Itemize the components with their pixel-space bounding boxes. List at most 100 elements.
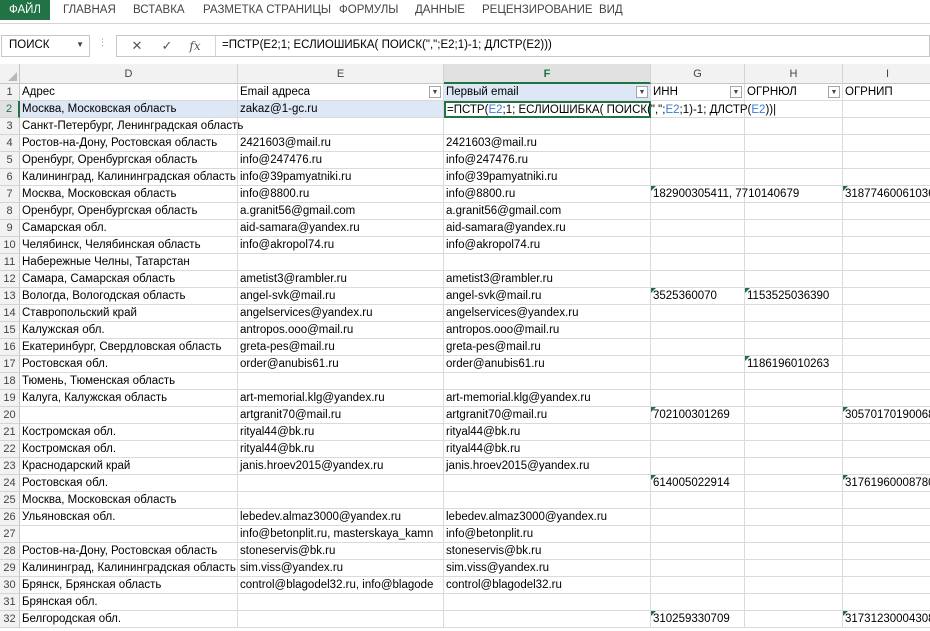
close-icon[interactable]: ✕ <box>125 38 149 54</box>
inn-cell[interactable] <box>651 543 745 560</box>
inn-cell[interactable] <box>651 509 745 526</box>
email-cell[interactable] <box>238 475 444 492</box>
inn-cell[interactable]: 614005022914 <box>651 475 745 492</box>
row-header-17[interactable]: 17 <box>0 356 20 373</box>
ogrnul-cell[interactable] <box>745 526 843 543</box>
row-header-23[interactable]: 23 <box>0 458 20 475</box>
address-cell[interactable]: Ставропольский край <box>20 305 238 322</box>
ogrnul-cell[interactable] <box>745 322 843 339</box>
inn-cell[interactable] <box>651 237 745 254</box>
first-email-cell[interactable]: greta-pes@mail.ru <box>444 339 651 356</box>
ogrnip-cell[interactable] <box>843 169 930 186</box>
email-cell[interactable]: 2421603@mail.ru <box>238 135 444 152</box>
ogrnul-cell[interactable] <box>745 424 843 441</box>
ogrnul-cell[interactable] <box>745 305 843 322</box>
email-cell[interactable]: greta-pes@mail.ru <box>238 339 444 356</box>
first-email-cell[interactable]: control@blagodel32.ru <box>444 577 651 594</box>
ogrnip-cell[interactable] <box>843 424 930 441</box>
first-email-cell[interactable] <box>444 492 651 509</box>
address-cell[interactable]: Санкт-Петербург, Ленинградская область <box>20 118 243 135</box>
ogrnip-cell[interactable] <box>843 288 930 305</box>
ogrnul-cell[interactable] <box>745 152 843 169</box>
first-email-cell[interactable] <box>444 118 651 135</box>
first-email-cell[interactable]: 2421603@mail.ru <box>444 135 651 152</box>
header-cell[interactable]: Email адреса ▼ <box>238 84 444 101</box>
tab-6[interactable]: РЕЦЕНЗИРОВАНИЕ <box>482 0 593 20</box>
email-cell[interactable] <box>238 611 444 628</box>
ogrnip-cell[interactable] <box>843 373 930 390</box>
row-header-10[interactable]: 10 <box>0 237 20 254</box>
ogrnul-cell[interactable]: 1153525036390 <box>745 288 843 305</box>
header-cell[interactable]: Адрес <box>20 84 238 101</box>
column-header-h[interactable]: H <box>745 64 843 84</box>
ogrnip-cell[interactable] <box>843 390 930 407</box>
ogrnip-cell[interactable] <box>843 254 930 271</box>
ogrnip-cell[interactable] <box>843 356 930 373</box>
email-cell[interactable]: a.granit56@gmail.com <box>238 203 444 220</box>
row-header-16[interactable]: 16 <box>0 339 20 356</box>
column-header-e[interactable]: E <box>238 64 444 84</box>
inn-cell[interactable] <box>651 526 745 543</box>
email-cell[interactable]: rityal44@bk.ru <box>238 441 444 458</box>
ogrnip-cell[interactable] <box>843 441 930 458</box>
inn-cell[interactable] <box>651 135 745 152</box>
ogrnul-cell[interactable]: 1186196010263 <box>745 356 843 373</box>
ogrnip-cell[interactable] <box>843 458 930 475</box>
row-header-20[interactable]: 20 <box>0 407 20 424</box>
row-header-3[interactable]: 3 <box>0 118 20 135</box>
filter-dropdown-icon[interactable]: ▼ <box>828 86 840 98</box>
ogrnul-cell[interactable] <box>745 237 843 254</box>
address-cell[interactable]: Самарская обл. <box>20 220 238 237</box>
ogrnul-cell[interactable] <box>745 543 843 560</box>
inn-cell[interactable] <box>651 271 745 288</box>
column-header-f[interactable]: F <box>444 64 651 84</box>
ogrnul-cell[interactable] <box>745 441 843 458</box>
first-email-cell[interactable]: sim.viss@yandex.ru <box>444 560 651 577</box>
select-all-corner[interactable] <box>0 64 20 84</box>
ogrnul-cell[interactable] <box>745 611 843 628</box>
first-email-cell[interactable]: lebedev.almaz3000@yandex.ru <box>444 509 651 526</box>
ogrnip-cell[interactable] <box>843 339 930 356</box>
row-header-31[interactable]: 31 <box>0 594 20 611</box>
inn-cell[interactable] <box>651 424 745 441</box>
address-cell[interactable]: Екатеринбург, Свердловская область <box>20 339 238 356</box>
ogrnip-cell[interactable] <box>843 577 930 594</box>
inn-cell[interactable] <box>651 492 745 509</box>
row-header-24[interactable]: 24 <box>0 475 20 492</box>
first-email-cell[interactable]: antropos.ooo@mail.ru <box>444 322 651 339</box>
first-email-cell[interactable]: rityal44@bk.ru <box>444 424 651 441</box>
ogrnip-cell[interactable] <box>843 492 930 509</box>
first-email-cell[interactable]: janis.hroev2015@yandex.ru <box>444 458 651 475</box>
formula-bar[interactable]: ✕ ✓ fx =ПСТР(E2;1; ЕСЛИОШИБКА( ПОИСК(","… <box>116 35 930 57</box>
address-cell[interactable]: Брянская обл. <box>20 594 238 611</box>
ogrnul-cell[interactable] <box>745 135 843 152</box>
grip-icon[interactable]: ⋮ <box>98 38 107 47</box>
inn-cell[interactable] <box>651 322 745 339</box>
address-cell[interactable]: Челябинск, Челябинская область <box>20 237 238 254</box>
active-cell-formula-editor[interactable]: =ПСТР(E2;1; ЕСЛИОШИБКА( ПОИСК(",";E2;1)-… <box>444 101 776 118</box>
ogrnip-cell[interactable]: 31761960008780 <box>843 475 930 492</box>
chevron-down-icon[interactable]: ▼ <box>76 40 84 49</box>
row-header-32[interactable]: 32 <box>0 611 20 628</box>
address-cell[interactable]: Калининград, Калининградская область <box>20 560 238 577</box>
ogrnul-cell[interactable] <box>745 169 843 186</box>
address-cell[interactable]: Калининград, Калининградская область <box>20 169 238 186</box>
ogrnul-cell[interactable] <box>745 186 843 203</box>
ogrnul-cell[interactable] <box>745 458 843 475</box>
row-header-7[interactable]: 7 <box>0 186 20 203</box>
row-header-11[interactable]: 11 <box>0 254 20 271</box>
address-cell[interactable]: Оренбург, Оренбургская область <box>20 203 238 220</box>
email-cell[interactable]: ametist3@rambler.ru <box>238 271 444 288</box>
row-header-13[interactable]: 13 <box>0 288 20 305</box>
address-cell[interactable] <box>20 407 238 424</box>
inn-cell[interactable] <box>651 118 745 135</box>
email-cell[interactable]: order@anubis61.ru <box>238 356 444 373</box>
email-cell[interactable]: info@akropol74.ru <box>238 237 444 254</box>
ogrnip-cell[interactable] <box>843 509 930 526</box>
first-email-cell[interactable]: stoneservis@bk.ru <box>444 543 651 560</box>
email-cell[interactable]: info@247476.ru <box>238 152 444 169</box>
row-header-1[interactable]: 1 <box>0 84 20 101</box>
filter-dropdown-icon[interactable]: ▼ <box>636 86 648 98</box>
address-cell[interactable]: Ростов-на-Дону, Ростовская область <box>20 543 238 560</box>
ogrnip-cell[interactable] <box>843 322 930 339</box>
